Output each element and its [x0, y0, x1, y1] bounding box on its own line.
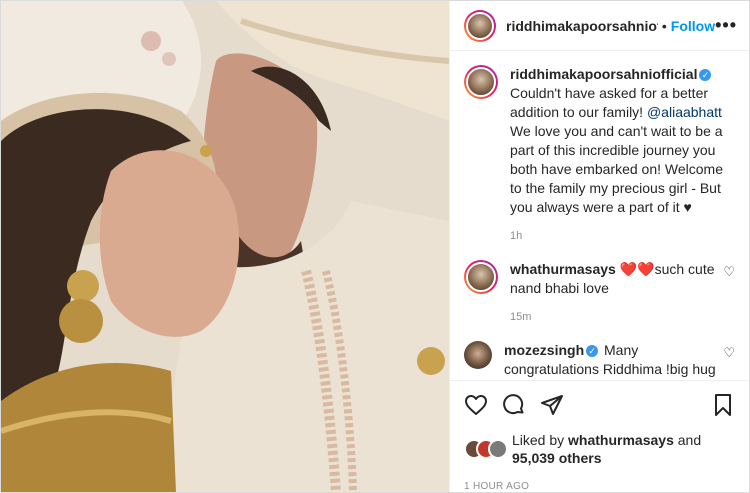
comment-body: whathurmasays ❤️❤️such cute nand bhabi l…	[510, 260, 721, 327]
comment-icon[interactable]	[502, 393, 526, 420]
verified-badge-icon: ✓	[586, 345, 599, 357]
post-header: riddhimakapoorsahniofficial • Follow •••	[450, 1, 749, 51]
post-photo-illustration	[1, 1, 449, 492]
comment-item: mozezsingh ✓ Many congratulations Riddhim…	[464, 341, 735, 380]
likes-middle: and	[673, 432, 702, 448]
caption-text-after: We love you and can't wait to be a part …	[510, 123, 723, 215]
likes-summary: Liked by whathurmasays and 95,039 others	[464, 431, 735, 467]
commenter-avatar[interactable]	[464, 260, 498, 294]
caption: riddhimakapoorsahniofficial ✓ Couldn't ha…	[464, 65, 735, 246]
comment-username[interactable]: whathurmasays	[510, 261, 616, 277]
caption-time[interactable]: 1h	[510, 227, 735, 246]
caption-avatar[interactable]	[464, 65, 498, 99]
like-icon[interactable]	[464, 393, 488, 420]
comment-like-icon[interactable]: ♡	[721, 345, 735, 361]
caption-mention[interactable]: @aliaabhatt	[647, 104, 722, 120]
comment-body: mozezsingh ✓ Many congratulations Riddhim…	[504, 341, 721, 380]
author-avatar[interactable]	[464, 9, 496, 42]
save-icon[interactable]	[711, 393, 735, 420]
share-icon[interactable]	[540, 393, 564, 420]
comment-username[interactable]: mozezsingh	[504, 342, 584, 358]
likes-text: Liked by whathurmasays and 95,039 others	[512, 431, 701, 467]
likes-prefix: Liked by	[512, 432, 569, 448]
action-icons	[464, 391, 735, 421]
comment-item: whathurmasays ❤️❤️such cute nand bhabi l…	[464, 260, 735, 327]
post-actions: Liked by whathurmasays and 95,039 others…	[450, 380, 749, 492]
caption-username[interactable]: riddhimakapoorsahniofficial	[510, 66, 697, 82]
commenter-avatar[interactable]	[464, 341, 492, 369]
author-username[interactable]: riddhimakapoorsahniofficial	[506, 18, 658, 34]
follow-button[interactable]: Follow	[671, 18, 715, 34]
more-options-icon[interactable]: •••	[715, 15, 737, 36]
verified-badge-icon: ✓	[699, 69, 712, 81]
comments-list[interactable]: riddhimakapoorsahniofficial ✓ Couldn't ha…	[450, 51, 749, 380]
comment-time[interactable]: 15m	[510, 308, 721, 327]
likes-user[interactable]: whathurmasays	[568, 432, 674, 448]
comment-emoji: ❤️❤️	[619, 261, 655, 277]
likes-count[interactable]: 95,039 others	[512, 450, 602, 466]
post-side-panel: riddhimakapoorsahniofficial • Follow •••…	[449, 1, 749, 492]
liker-avatars[interactable]	[464, 439, 508, 459]
separator-dot: •	[661, 17, 667, 34]
post-modal: riddhimakapoorsahniofficial • Follow •••…	[0, 0, 750, 493]
post-photo[interactable]	[1, 1, 449, 492]
caption-body: riddhimakapoorsahniofficial ✓ Couldn't ha…	[510, 65, 735, 246]
comment-like-icon[interactable]: ♡	[721, 264, 735, 280]
post-timestamp[interactable]: 1 HOUR AGO	[464, 481, 735, 492]
